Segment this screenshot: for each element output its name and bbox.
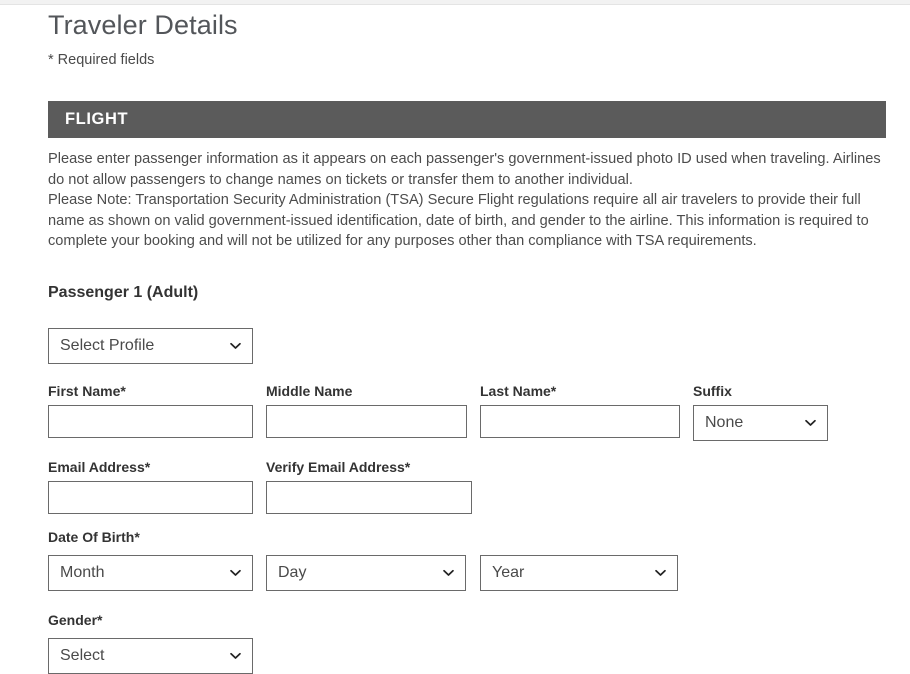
intro-paragraph-1: Please enter passenger information as it… (48, 151, 881, 188)
intro-paragraph-2: Please Note: Transportation Security Adm… (48, 192, 869, 249)
first-name-field-group: First Name* (48, 382, 253, 438)
select-profile-dropdown[interactable]: Select Profile (48, 328, 253, 364)
middle-name-field-group: Middle Name (266, 382, 467, 438)
email-field-group: Email Address* (48, 458, 253, 514)
dob-year-value[interactable]: Year (480, 555, 678, 591)
page-title: Traveler Details (48, 10, 238, 40)
dob-year-dropdown[interactable]: Year (480, 555, 678, 591)
last-name-input[interactable] (480, 405, 680, 438)
passenger-heading: Passenger 1 (Adult) (48, 284, 199, 301)
gender-label: Gender* (48, 612, 103, 628)
last-name-field-group: Last Name* (480, 382, 680, 438)
verify-email-field-group: Verify Email Address* (266, 458, 472, 514)
middle-name-input[interactable] (266, 405, 467, 438)
date-of-birth-label: Date Of Birth* (48, 529, 140, 545)
required-fields-note: * Required fields (48, 52, 155, 68)
verify-email-label: Verify Email Address* (266, 459, 411, 475)
select-profile-value[interactable]: Select Profile (48, 328, 253, 364)
gender-value[interactable]: Select (48, 638, 253, 674)
flight-section-header: FLIGHT (48, 101, 886, 138)
dob-day-value[interactable]: Day (266, 555, 466, 591)
dob-month-value[interactable]: Month (48, 555, 253, 591)
verify-email-input[interactable] (266, 481, 472, 514)
dob-day-dropdown[interactable]: Day (266, 555, 466, 591)
suffix-value[interactable]: None (693, 405, 828, 441)
last-name-label: Last Name* (480, 383, 557, 399)
intro-text: Please enter passenger information as it… (48, 149, 888, 252)
first-name-label: First Name* (48, 383, 126, 399)
flight-section-label: FLIGHT (65, 110, 129, 128)
first-name-input[interactable] (48, 405, 253, 438)
top-divider (0, 0, 910, 5)
dob-month-dropdown[interactable]: Month (48, 555, 253, 591)
suffix-label: Suffix (693, 383, 732, 399)
email-input[interactable] (48, 481, 253, 514)
suffix-dropdown[interactable]: None (693, 405, 828, 441)
gender-dropdown[interactable]: Select (48, 638, 253, 674)
suffix-field-group: Suffix None (693, 382, 828, 441)
middle-name-label: Middle Name (266, 383, 353, 399)
email-label: Email Address* (48, 459, 151, 475)
